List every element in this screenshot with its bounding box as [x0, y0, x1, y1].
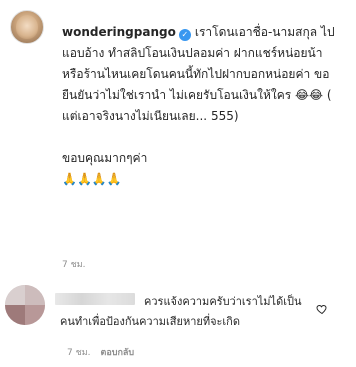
verified-badge-icon: ✓ — [178, 29, 191, 41]
comment-timestamp[interactable]: 7 ชม. — [62, 257, 86, 271]
reply-body: ควรแจ้งความครับว่าเราไม่ได้เป็นคนทำเพื่อ… — [60, 295, 302, 328]
comment-text: wonderingpango ✓ เราโดนเอาชื่อ-นามสกุล ไปแ… — [62, 22, 347, 190]
avatar[interactable] — [10, 10, 44, 44]
avatar-face — [16, 15, 38, 39]
reply-footer: 7 ชม. ตอบกลับ — [67, 345, 134, 359]
reply-button[interactable]: ตอบกลับ — [101, 348, 135, 358]
reply-timestamp[interactable]: 7 ชม. — [67, 348, 91, 358]
heart-icon[interactable] — [316, 303, 328, 315]
username-link[interactable]: wonderingpango — [62, 25, 176, 39]
comment-body: เราโดนเอาชื่อ-นามสกุล ไปแอบอ้าง ทำสลิปโอ… — [62, 25, 335, 186]
reply-avatar[interactable] — [5, 285, 45, 325]
